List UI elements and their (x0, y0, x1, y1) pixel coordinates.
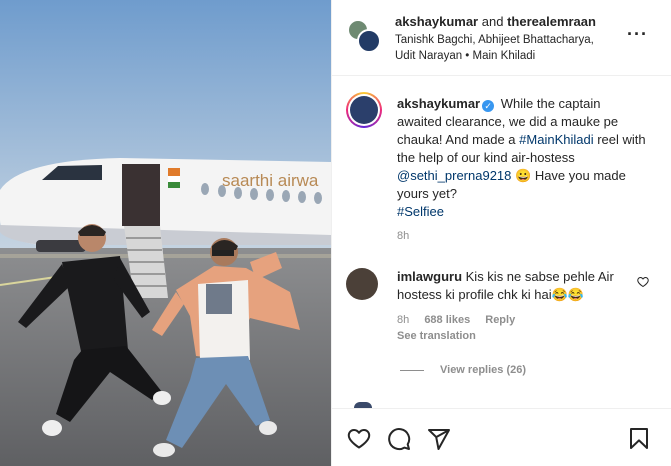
hashtag-mainkhiladi[interactable]: #MainKhiladi (519, 132, 593, 147)
comment-reply-button[interactable]: Reply (485, 314, 515, 326)
heart-icon[interactable] (347, 427, 371, 451)
audio-credits-link[interactable]: Tanishk Bagchi, Abhijeet Bhattacharya, U… (395, 32, 615, 64)
comment-likes-count[interactable]: 688 likes (424, 314, 470, 326)
post-header: akshaykumar and therealemraan Tanishk Ba… (332, 0, 671, 76)
view-replies-button[interactable]: View replies (26) (400, 364, 526, 376)
comment-avatar[interactable] (346, 268, 378, 300)
hashtag-selfiee[interactable]: #Selfiee (397, 204, 444, 219)
comment-body: imlawguru Kis kis ne sabse pehle Air hos… (397, 268, 637, 304)
mention-sethi-prerna[interactable]: @sethi_prerna9218 (397, 168, 511, 183)
bookmark-icon[interactable] (627, 427, 651, 451)
plane-livery-text: saarthi airwa (222, 171, 319, 190)
view-replies-label: View replies (26) (440, 364, 527, 376)
comment-timestamp[interactable]: 8h (397, 314, 409, 326)
reel-video-frame: saarthi airwa (0, 0, 331, 466)
caption-username[interactable]: akshaykumar (397, 96, 480, 111)
post-sidebar: akshaykumar and therealemraan Tanishk Ba… (331, 0, 671, 466)
caption-timestamp[interactable]: 8h (397, 230, 409, 242)
see-translation-link[interactable]: See translation (397, 330, 476, 342)
caption-emoji: 😀 (515, 168, 532, 183)
comment-like-heart-icon[interactable] (637, 276, 649, 291)
comment-meta: 8h 688 likes Reply (397, 314, 527, 326)
comment-icon[interactable] (387, 427, 411, 451)
author-link-akshaykumar[interactable]: akshaykumar (395, 14, 478, 29)
post-authors: akshaykumar and therealemraan (395, 14, 596, 29)
author-link-therealemraan[interactable]: therealemraan (507, 14, 596, 29)
post-media[interactable]: saarthi airwa (0, 0, 331, 466)
post-actions-bar (332, 408, 671, 466)
post-caption: akshaykumar ✓ While the captain awaited c… (397, 95, 647, 221)
replies-divider-line (400, 369, 424, 371)
more-options-icon[interactable]: ··· (627, 25, 648, 43)
comment-emojis: 😂😂 (551, 287, 584, 302)
collab-avatars[interactable] (347, 19, 383, 55)
verified-badge-icon: ✓ (482, 100, 495, 112)
authors-conjunction: and (481, 14, 504, 29)
share-icon[interactable] (427, 427, 451, 451)
comment-username[interactable]: imlawguru (397, 269, 462, 284)
instagram-post: saarthi airwa akshaykumar and therealemr… (0, 0, 671, 466)
caption-avatar[interactable] (346, 92, 382, 128)
avatar-akshaykumar[interactable] (357, 29, 381, 53)
